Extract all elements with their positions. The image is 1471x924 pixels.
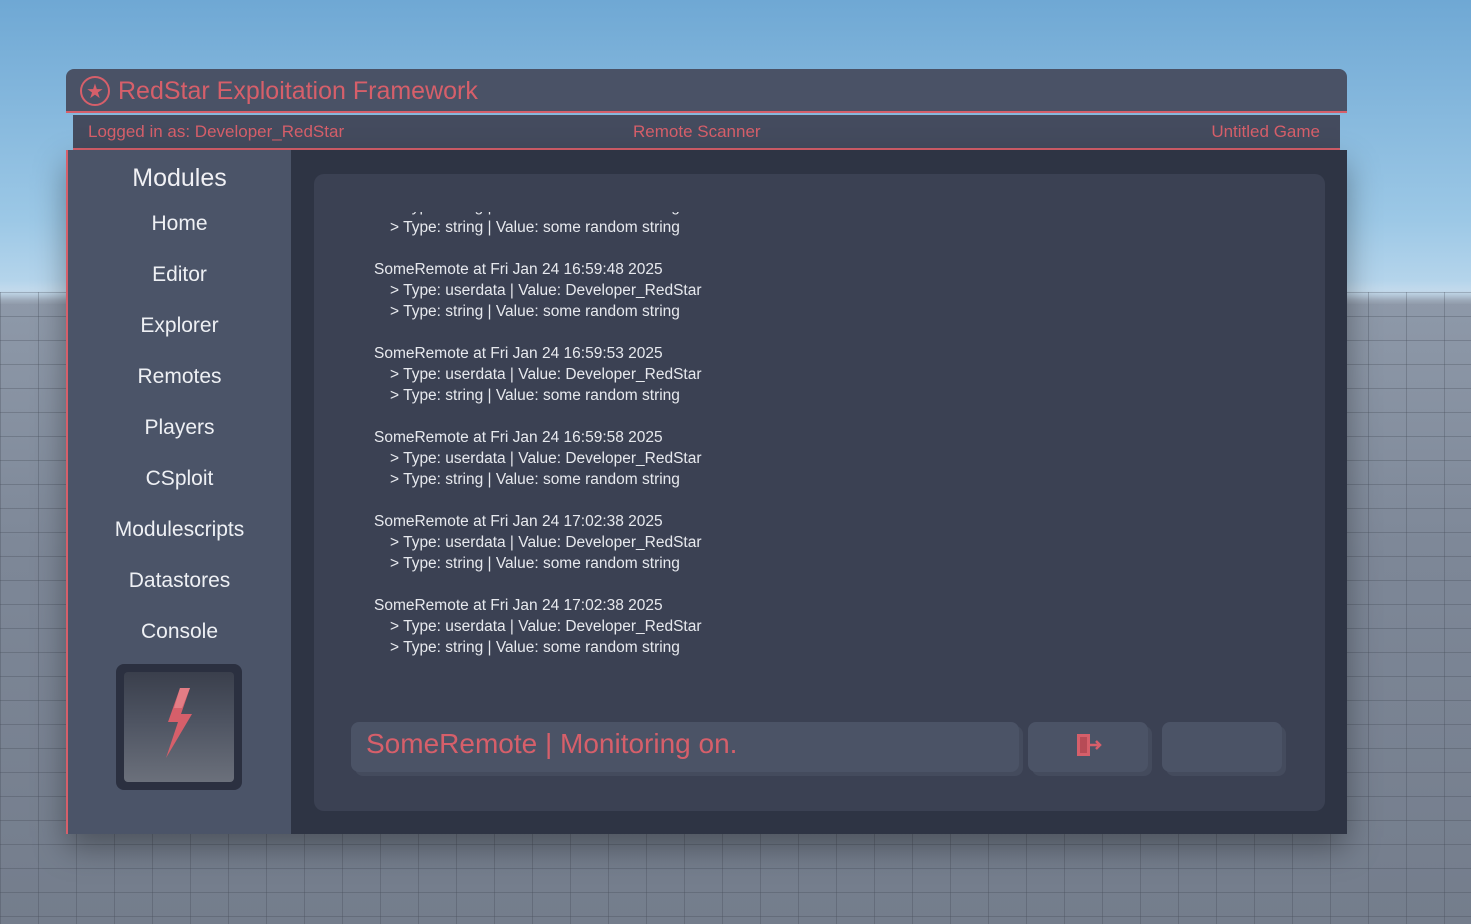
log-arg-line: > Type: userdata | Value: Developer_RedS… — [390, 534, 702, 551]
log-entry-header: SomeRemote at Fri Jan 24 16:59:58 2025 — [374, 429, 663, 446]
sidebar-item-remotes[interactable]: Remotes — [68, 361, 291, 393]
sidebar-item-console[interactable]: Console — [68, 616, 291, 648]
remote-log[interactable]: > Type: string | Value: some random stri… — [374, 212, 1254, 672]
exit-door-icon — [1077, 734, 1102, 756]
image-frame — [124, 672, 234, 782]
remote-scanner-panel: > Type: string | Value: some random stri… — [314, 174, 1325, 811]
sidebar-item-explorer[interactable]: Explorer — [68, 310, 291, 342]
sidebar-item-home[interactable]: Home — [68, 208, 291, 240]
exit-button[interactable] — [1028, 722, 1148, 772]
log-arg-line: > Type: userdata | Value: Developer_RedS… — [390, 450, 702, 467]
redstar-window: ★ RedStar Exploitation Framework Logged … — [66, 69, 1347, 834]
sidebar-item-datastores[interactable]: Datastores — [68, 565, 291, 597]
log-entry-header: SomeRemote at Fri Jan 24 16:59:48 2025 — [374, 261, 663, 278]
log-arg-line: > Type: userdata | Value: Developer_RedS… — [390, 618, 702, 635]
red-lightning-bolt-icon — [166, 688, 192, 758]
game-name: Untitled Game — [1211, 122, 1320, 141]
log-entry: SomeRemote at Fri Jan 24 16:59:53 2025 >… — [374, 343, 702, 406]
log-arg-line: > Type: userdata | Value: Developer_RedS… — [390, 366, 702, 383]
blank-button[interactable] — [1162, 722, 1282, 772]
log-entry-header: SomeRemote at Fri Jan 24 17:02:38 2025 — [374, 597, 663, 614]
log-arg-line: > Type: string | Value: some random stri… — [390, 219, 680, 236]
sidebar-item-modulescripts[interactable]: Modulescripts — [68, 514, 291, 546]
log-entry-header: SomeRemote at Fri Jan 24 16:59:53 2025 — [374, 345, 663, 362]
sidebar-item-players[interactable]: Players — [68, 412, 291, 444]
info-bar: Logged in as: Developer_RedStar Remote S… — [73, 115, 1340, 150]
sidebar-image — [116, 664, 242, 790]
log-arg-line: > Type: string | Value: some random stri… — [390, 303, 680, 320]
modules-sidebar: Modules Home Editor Explorer Remotes Pla… — [68, 150, 291, 834]
sidebar-item-csploit[interactable]: CSploit — [68, 463, 291, 495]
log-entry-header: SomeRemote at Fri Jan 24 17:02:38 2025 — [374, 513, 663, 530]
log-arg-line: > Type: userdata | Value: Developer_RedS… — [390, 282, 702, 299]
sidebar-item-editor[interactable]: Editor — [68, 259, 291, 291]
current-module: Remote Scanner — [633, 122, 761, 141]
log-entry-partial: > Type: string | Value: some random stri… — [374, 212, 702, 238]
star-circle-icon: ★ — [80, 76, 110, 106]
log-arg-line: > Type: string | Value: some random stri… — [390, 387, 680, 404]
log-entry: SomeRemote at Fri Jan 24 16:59:58 2025 >… — [374, 427, 702, 490]
log-entry: SomeRemote at Fri Jan 24 17:02:38 2025 >… — [374, 595, 702, 658]
log-entry: SomeRemote at Fri Jan 24 17:02:38 2025 >… — [374, 511, 702, 574]
status-display: SomeRemote | Monitoring on. — [351, 722, 1019, 772]
log-scroll-content: > Type: string | Value: some random stri… — [374, 212, 702, 672]
log-arg-line: > Type: string | Value: some random stri… — [390, 471, 680, 488]
logged-in-user: Logged in as: Developer_RedStar — [88, 122, 345, 141]
main-body: Modules Home Editor Explorer Remotes Pla… — [66, 150, 1347, 834]
title-bar[interactable]: ★ RedStar Exploitation Framework — [66, 69, 1347, 113]
log-arg-line: > Type: string | Value: some random stri… — [390, 639, 680, 656]
log-entry: SomeRemote at Fri Jan 24 16:59:48 2025 >… — [374, 259, 702, 322]
status-text: SomeRemote | Monitoring on. — [366, 728, 738, 759]
log-arg-line: > Type: string | Value: some random stri… — [390, 555, 680, 572]
sidebar-title: Modules — [132, 164, 227, 192]
window-title: RedStar Exploitation Framework — [118, 77, 478, 105]
